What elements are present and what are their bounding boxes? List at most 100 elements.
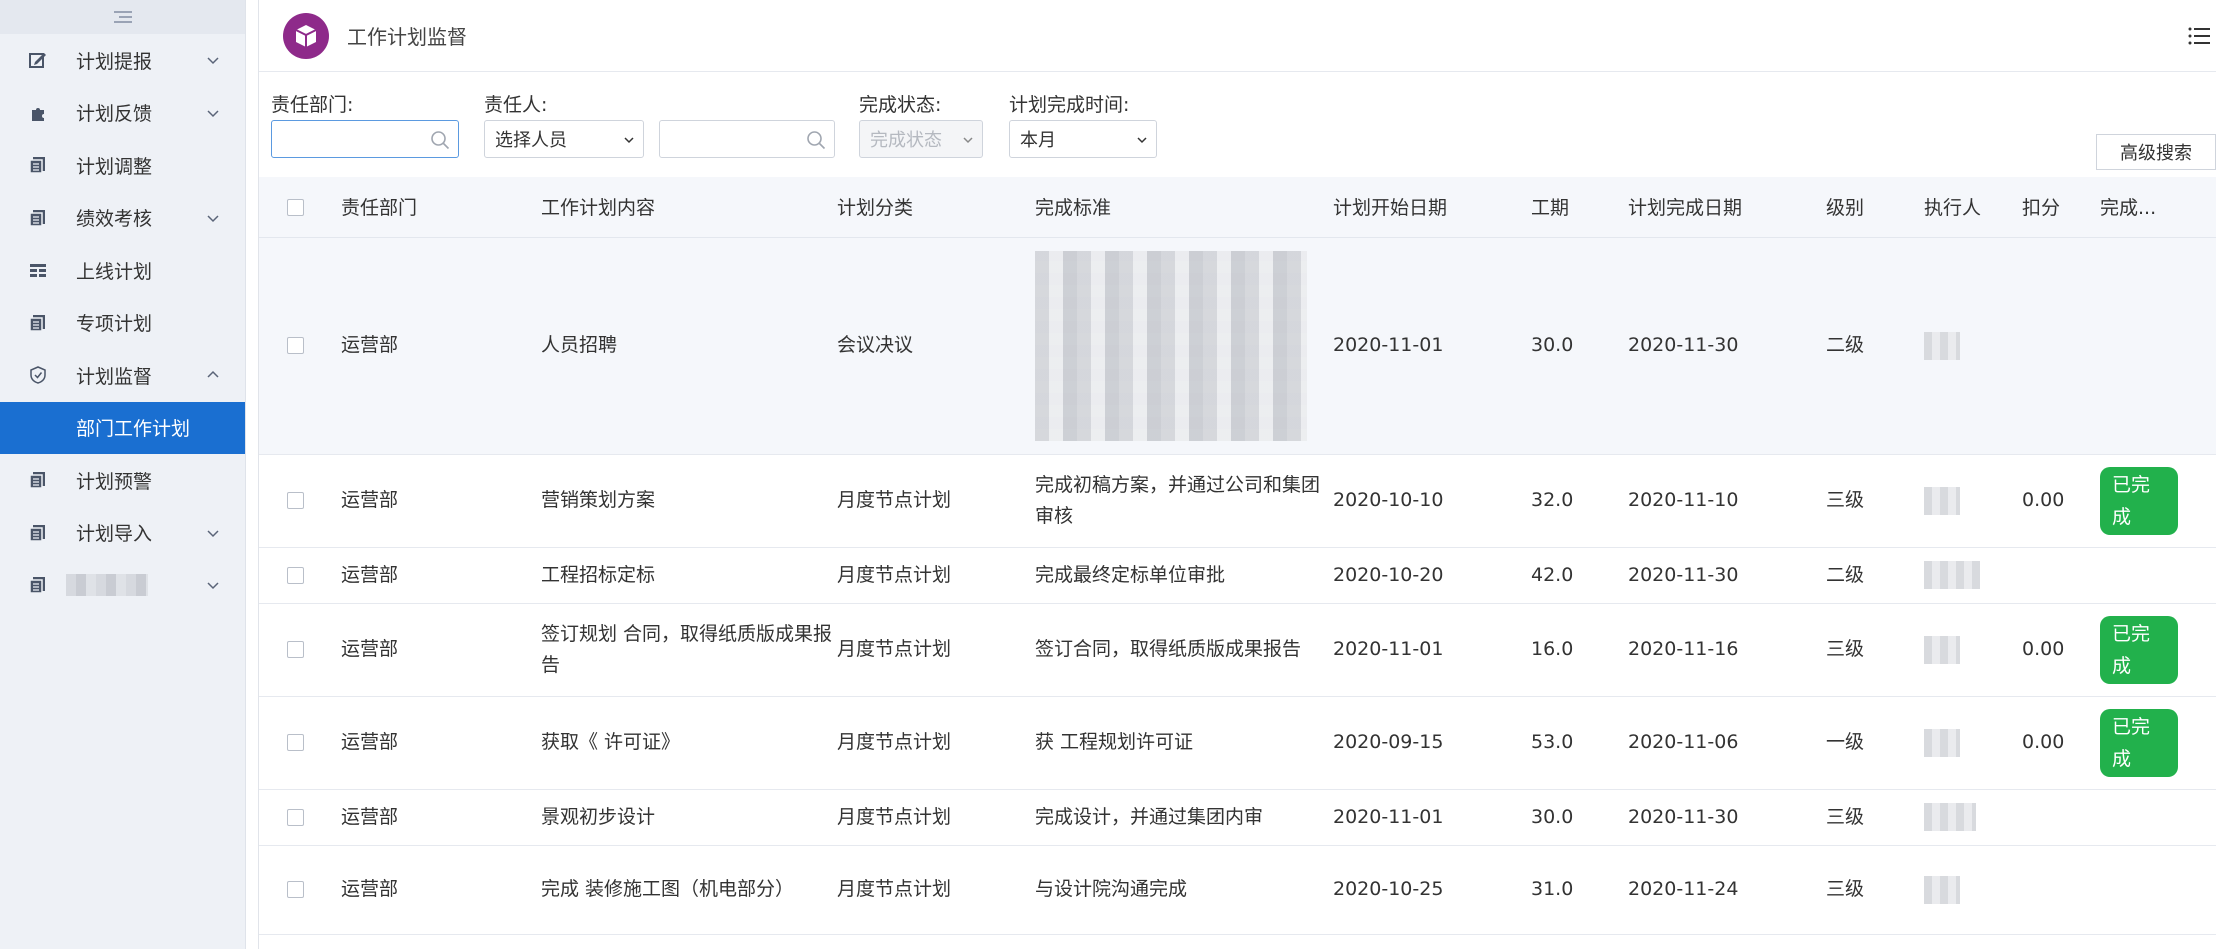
col-header-status[interactable]: 完成... [2100,177,2216,237]
row-checkbox[interactable] [287,566,304,584]
cell-level: 三级 [1826,845,1924,935]
chevron-up-icon [207,371,219,378]
cell-score [2022,845,2100,935]
col-header-dept[interactable]: 责任部门 [341,177,541,237]
time-select[interactable]: 本月 [1009,120,1157,158]
redacted-person [1924,486,1960,515]
row-checkbox[interactable] [287,734,304,751]
col-header-level[interactable]: 级别 [1826,177,1924,237]
col-header-end-date[interactable]: 计划完成日期 [1628,177,1826,237]
cell-end-date: 2020-11-06 [1628,696,1826,790]
sidebar-item-plan-warning[interactable]: 计划预警 [0,454,245,507]
cell-start-date: 2020-10-10 [1333,454,1531,548]
table-row[interactable]: 运营部 完成 装修施工图（机电部分） 月度节点计划 与设计院沟通完成 2020-… [259,845,2216,935]
cell-end-date: 2020-11-10 [1628,454,1826,548]
cell-executor [1924,603,2022,697]
chevron-down-icon [207,582,219,590]
table-row[interactable]: 运营部 人员招聘 会议决议 2020-11-01 30.0 2020-11-30… [259,237,2216,455]
sidebar-item-plan-feedback[interactable]: 计划反馈 [0,87,245,140]
cell-score [2022,237,2100,455]
cell-status [2100,845,2216,935]
cell-end-date: 2020-11-30 [1628,237,1826,455]
col-header-content[interactable]: 工作计划内容 [541,177,837,237]
row-checkbox[interactable] [287,337,304,354]
search-icon[interactable] [430,130,450,150]
cube-icon [295,24,317,47]
dept-search-input[interactable] [271,120,459,158]
table-row[interactable]: 运营部 营销策划方案 月度节点计划 完成初稿方案，并通过公司和集团审核 2020… [259,454,2216,548]
sidebar-item-online-plan[interactable]: 上线计划 [0,244,245,297]
person-search-input[interactable] [659,120,835,158]
sidebar-item-special-plan[interactable]: 专项计划 [0,297,245,350]
sidebar-item-plan-adjust[interactable]: 计划调整 [0,139,245,192]
cell-duration: 30.0 [1531,237,1628,455]
search-icon[interactable] [806,130,826,150]
cell-content: 营销策划方案 [541,454,837,548]
cell-duration: 16.0 [1531,603,1628,697]
sidebar-menu: 计划提报 计划反馈 计划调整 绩效考核 上线计划 专项计划 计划监督 部门工作计… [0,34,245,612]
cell-category: 月度节点计划 [837,547,1035,604]
col-header-executor[interactable]: 执行人 [1924,177,2022,237]
redacted-person [1924,728,1960,757]
cell-standard: 获 工程规划许可证 [1035,696,1333,790]
table-row[interactable]: 运营部 签订规划 合同，取得纸质版成果报告 月度节点计划 签订合同，取得纸质版成… [259,603,2216,697]
cell-duration: 32.0 [1531,454,1628,548]
cell-content: 工程招标定标 [541,547,837,604]
main-content: 工作计划监督 责任部门: 责任人: 选择人员 完成状态: 完成状态 计划完成时间… [258,0,2216,949]
cell-dept: 运营部 [341,237,541,455]
person-select[interactable]: 选择人员 [484,120,644,158]
cell-content: 人员招聘 [541,237,837,455]
sidebar-item-plan-import[interactable]: 计划导入 [0,507,245,560]
status-badge: 已完成 [2100,466,2178,535]
cell-executor [1924,696,2022,790]
cell-category: 月度节点计划 [837,696,1035,790]
cell-score: 0.00 [2022,603,2100,697]
shield-icon [28,365,48,385]
col-header-category[interactable]: 计划分类 [837,177,1035,237]
row-checkbox[interactable] [287,492,304,509]
redacted-person [1924,875,1960,904]
row-checkbox[interactable] [287,881,304,898]
cell-dept: 运营部 [341,845,541,935]
status-select[interactable]: 完成状态 [859,120,983,158]
col-header-duration[interactable]: 工期 [1531,177,1628,237]
col-header-score[interactable]: 扣分 [2022,177,2100,237]
status-badge: 已完成 [2100,615,2178,684]
advanced-search-button[interactable]: 高级搜索 [2096,134,2216,170]
redacted-standard [1035,250,1307,441]
chevron-down-icon [624,137,634,144]
sidebar-item-label: 计划反馈 [76,103,153,126]
sidebar-collapse-toggle[interactable] [0,0,245,34]
cell-content: 签订规划 合同，取得纸质版成果报告 [541,603,837,697]
cell-score [2022,547,2100,604]
cell-level: 三级 [1826,603,1924,697]
sidebar-item-obscured[interactable] [0,559,245,612]
redacted-person [1924,803,1976,831]
cell-status: 已完成 [2100,696,2216,790]
cell-end-date: 2020-11-30 [1628,789,1826,846]
table-row[interactable]: 运营部 景观初步设计 月度节点计划 完成设计，并通过集团内审 2020-11-0… [259,789,2216,846]
sidebar-item-label: 计划导入 [76,523,153,546]
app-logo [283,12,329,59]
row-checkbox[interactable] [287,641,304,658]
list-menu-icon[interactable] [2188,26,2210,46]
chevron-down-icon [963,137,973,144]
sidebar-item-plan-submit[interactable]: 计划提报 [0,34,245,87]
row-checkbox[interactable] [287,808,304,826]
person-label: 责任人: [484,94,548,116]
select-all-checkbox[interactable] [287,198,304,216]
sidebar-item-performance[interactable]: 绩效考核 [0,192,245,245]
col-header-start-date[interactable]: 计划开始日期 [1333,177,1531,237]
table-row[interactable]: 运营部 工程招标定标 月度节点计划 完成最终定标单位审批 2020-10-20 … [259,547,2216,604]
col-header-standard[interactable]: 完成标准 [1035,177,1333,237]
status-label: 完成状态: [859,94,942,116]
sidebar-item-dept-work-plan[interactable]: 部门工作计划 [0,401,245,454]
table-row[interactable]: 运营部 获取《 许可证》 月度节点计划 获 工程规划许可证 2020-09-15… [259,696,2216,790]
cell-end-date: 2020-11-16 [1628,603,1826,697]
cell-category: 月度节点计划 [837,454,1035,548]
sidebar-item-plan-supervision[interactable]: 计划监督 [0,349,245,402]
cell-level: 三级 [1826,789,1924,846]
cell-start-date: 2020-10-25 [1333,845,1531,935]
collapse-icon [113,11,132,23]
redacted-person [1924,635,1960,664]
